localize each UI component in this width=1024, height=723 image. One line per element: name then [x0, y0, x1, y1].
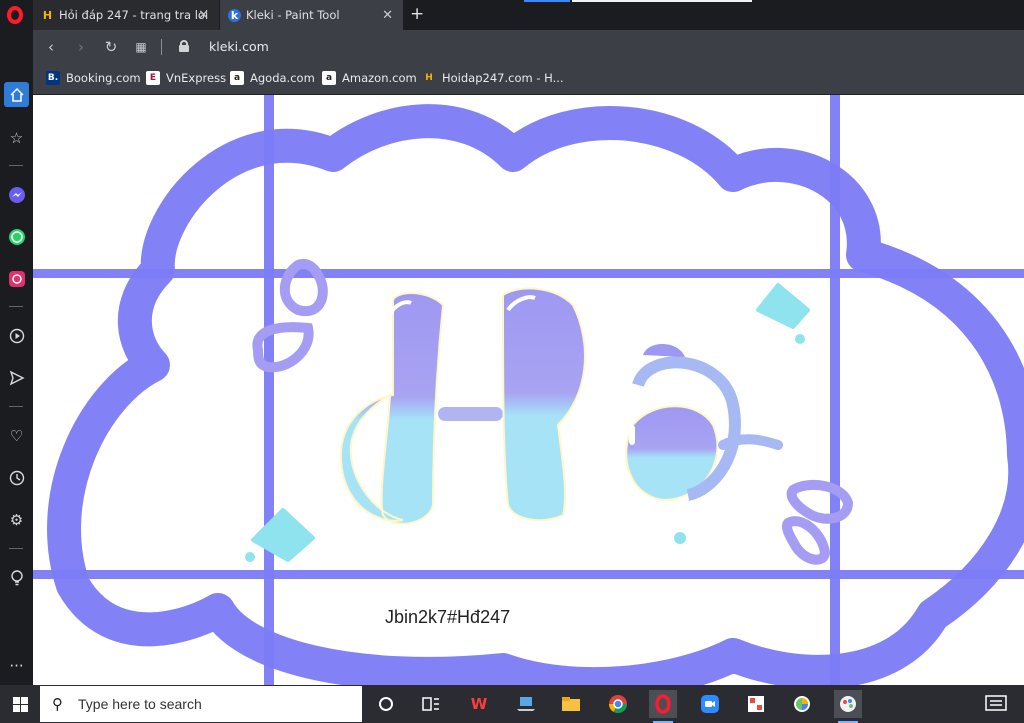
bookmark-amazon[interactable]: a Amazon.com [322, 71, 417, 85]
forward-icon[interactable]: › [71, 37, 91, 57]
opera-sidebar: ☆ ♡ ⚙ ··· [0, 30, 33, 685]
home-icon[interactable] [4, 82, 29, 107]
cortana-icon[interactable] [372, 690, 400, 718]
divider [9, 306, 23, 307]
wps-icon[interactable]: W [465, 690, 493, 718]
paint-canvas[interactable]: Jbin2k7#Hđ247 [33, 95, 1024, 685]
divider [9, 165, 23, 166]
file-explorer-icon[interactable] [557, 690, 585, 718]
bookmark-booking[interactable]: B. Booking.com [46, 71, 141, 85]
divider [9, 406, 23, 407]
lightbulb-icon[interactable] [4, 565, 29, 590]
task-view-icon[interactable] [417, 690, 445, 718]
bookmark-vnexpress[interactable]: E VnExpress [146, 71, 226, 85]
drawing [33, 95, 1024, 685]
opera-menu-icon[interactable] [0, 0, 30, 30]
app-icon[interactable] [742, 690, 770, 718]
hoidap-icon: H [425, 73, 433, 83]
address-field[interactable]: kleki.com [209, 39, 269, 54]
more-icon[interactable]: ··· [4, 653, 29, 678]
messenger-icon[interactable] [4, 182, 29, 207]
back-icon[interactable]: ‹ [41, 37, 61, 57]
laptop-icon[interactable] [512, 690, 540, 718]
signature-text: Jbin2k7#Hđ247 [385, 607, 511, 627]
opera-icon[interactable] [649, 690, 677, 723]
speed-dial-icon[interactable]: ▦ [131, 37, 151, 57]
lock-icon[interactable] [179, 40, 189, 52]
bookmark-label: Agoda.com [250, 71, 315, 85]
bookmark-label: VnExpress [166, 71, 227, 85]
close-tab-icon[interactable]: ✕ [198, 8, 209, 23]
kleki-favicon-icon: k [228, 8, 241, 22]
tab-kleki[interactable]: k Kleki - Paint Tool ✕ [220, 0, 403, 30]
send-icon[interactable] [4, 365, 29, 390]
taskbar-search[interactable]: ⚲ Type here to search [40, 686, 362, 722]
new-tab-icon[interactable]: + [410, 4, 424, 24]
search-placeholder: Type here to search [78, 696, 202, 712]
address-toolbar: ‹ › ↻ ▦ kleki.com [33, 30, 1024, 64]
instagram-icon[interactable] [4, 266, 29, 291]
notification-icon[interactable] [982, 690, 1010, 718]
star-icon[interactable]: ☆ [4, 125, 29, 150]
amazon-icon: a [322, 71, 336, 85]
hoidap-favicon-icon: H [42, 8, 53, 22]
zoom-icon[interactable] [696, 690, 724, 718]
progress-indicator [572, 0, 752, 2]
bookmark-label: Booking.com [66, 71, 141, 85]
player-icon[interactable] [4, 323, 29, 348]
search-icon: ⚲ [52, 695, 63, 713]
bookmarks-bar: B. Booking.com E VnExpress a Agoda.com a… [33, 64, 1024, 95]
tab-label: Kleki - Paint Tool [246, 8, 340, 22]
divider [161, 39, 162, 55]
settings-icon[interactable]: ⚙ [4, 507, 29, 532]
bookmark-agoda[interactable]: a Agoda.com [230, 71, 315, 85]
color-app-icon[interactable] [788, 690, 816, 718]
history-icon[interactable] [4, 465, 29, 490]
chrome-icon[interactable] [604, 690, 632, 718]
paint-icon[interactable] [834, 690, 862, 723]
bookmark-hoidap247[interactable]: H Hoidap247.com - H... [422, 71, 564, 85]
windows-start-icon[interactable] [0, 685, 40, 723]
tab-hoidap[interactable]: H Hỏi đáp 247 - trang tra loi ✕ [33, 0, 219, 30]
vnexpress-icon: E [146, 71, 160, 85]
bookmark-label: Amazon.com [342, 71, 417, 85]
booking-icon: B. [46, 71, 60, 85]
agoda-icon: a [230, 71, 244, 85]
bookmark-label: Hoidap247.com - H... [442, 71, 564, 85]
windows-taskbar: ⚲ Type here to search W [0, 685, 1024, 723]
reload-icon[interactable]: ↻ [101, 37, 121, 57]
tab-label: Hỏi đáp 247 - trang tra loi [59, 8, 209, 22]
progress-indicator [524, 0, 570, 2]
whatsapp-icon[interactable] [4, 224, 29, 249]
divider [9, 548, 23, 549]
tab-strip: H Hỏi đáp 247 - trang tra loi ✕ k Kleki … [0, 0, 1024, 30]
heart-icon[interactable]: ♡ [4, 423, 29, 448]
close-tab-icon[interactable]: ✕ [382, 8, 393, 23]
